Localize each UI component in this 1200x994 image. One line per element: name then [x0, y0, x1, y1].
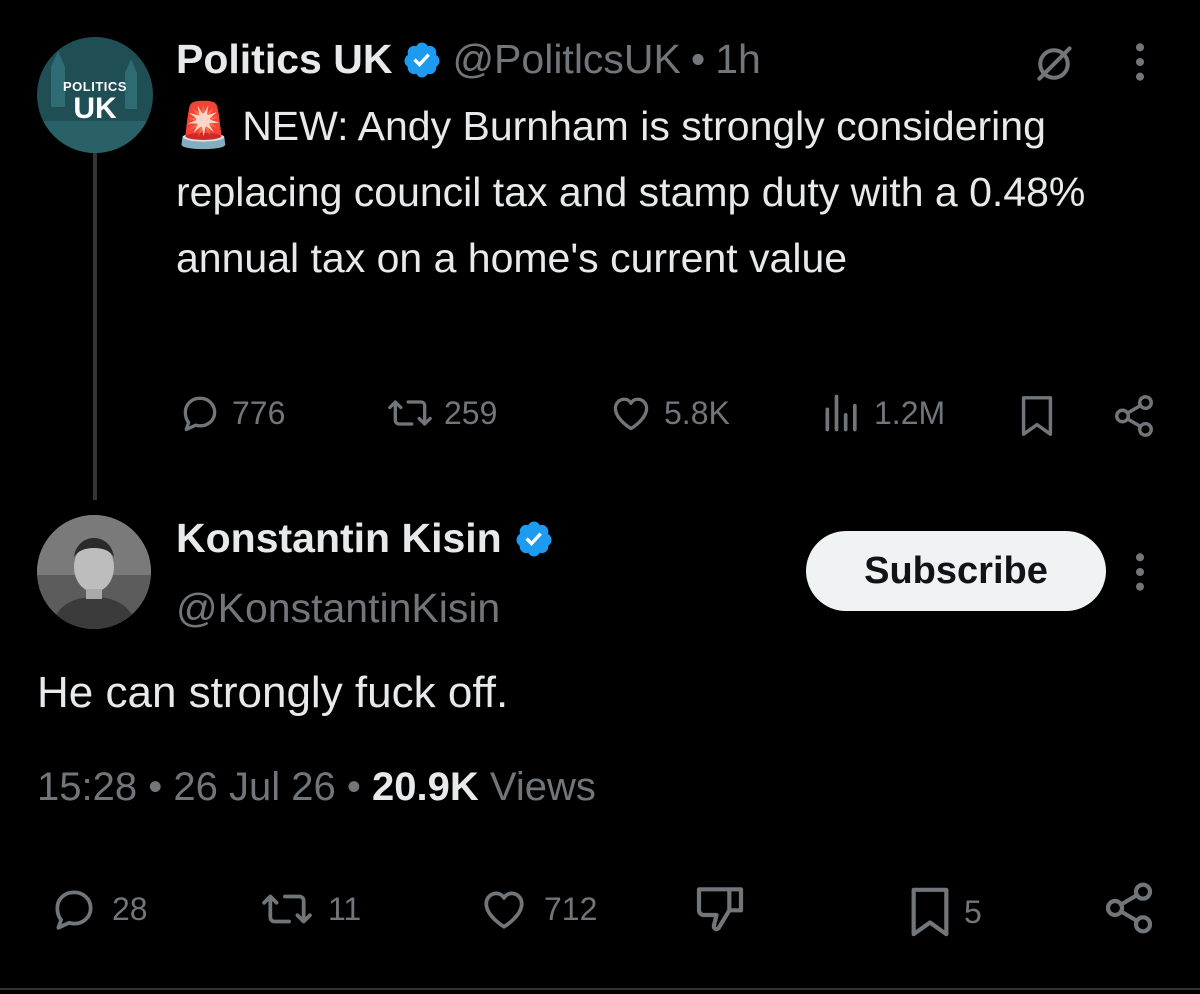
tweet-time[interactable]: 15:28 [37, 765, 137, 809]
repost-button[interactable]: 11 [256, 884, 361, 934]
like-button[interactable]: 5.8K [608, 391, 730, 435]
bookmark-icon [911, 887, 949, 937]
like-count: 712 [544, 890, 598, 927]
meta-separator: • [346, 765, 361, 809]
views-count: 1.2M [874, 394, 946, 431]
tweet-date[interactable]: 26 Jul 26 [173, 765, 335, 809]
reply-count: 28 [112, 890, 148, 927]
profile-photo [37, 515, 151, 629]
siren-emoji: 🚨 [176, 101, 231, 150]
repost-button[interactable]: 259 [386, 391, 497, 435]
author-handle[interactable]: @PolitlcsUK [452, 36, 680, 83]
like-button[interactable]: 712 [474, 884, 597, 934]
bookmark-icon[interactable] [1016, 393, 1058, 439]
reply-tweet-text: He can strongly fuck off. [37, 668, 509, 717]
avatar-label-big: UK [73, 92, 117, 125]
original-tweet-text: 🚨 NEW: Andy Burnham is strongly consider… [176, 93, 1166, 291]
author-display-name[interactable]: Politics UK [176, 36, 392, 83]
subscribe-button[interactable]: Subscribe [806, 531, 1106, 611]
konstantin-kisin-avatar[interactable] [37, 515, 151, 629]
dislike-icon[interactable] [690, 880, 750, 936]
share-icon[interactable] [1110, 393, 1158, 439]
like-count: 5.8K [664, 394, 730, 431]
original-tweet-body: NEW: Andy Burnham is strongly considerin… [176, 103, 1086, 281]
original-tweet-header: Politics UK @PolitlcsUK • 1h [176, 36, 761, 83]
reply-icon [183, 396, 217, 432]
tweet-time-ago[interactable]: 1h [715, 36, 761, 83]
tweet-metadata: 15:28 • 26 Jul 26 • 20.9K Views [37, 765, 596, 810]
reply-icon [55, 890, 93, 930]
share-icon[interactable] [1100, 880, 1158, 936]
like-icon [484, 891, 524, 929]
repost-count: 259 [444, 394, 498, 431]
reply-author-display-name[interactable]: Konstantin Kisin [176, 515, 502, 562]
thread-connector-line [93, 145, 97, 500]
header-separator: • [690, 36, 706, 82]
bottom-divider [0, 988, 1200, 990]
views-label: Views [489, 765, 596, 809]
grok-icon[interactable] [1032, 42, 1076, 86]
reply-tweet-header: Konstantin Kisin [176, 515, 554, 562]
reply-count: 776 [232, 394, 286, 431]
bookmark-count: 5 [964, 893, 982, 930]
verified-badge-icon [404, 42, 440, 77]
politics-uk-avatar[interactable]: POLITICS UK [37, 37, 153, 153]
views-count: 20.9K [371, 765, 479, 809]
like-icon [613, 397, 649, 431]
repost-count: 11 [328, 890, 362, 927]
repost-icon [262, 894, 312, 924]
verified-badge-icon [516, 521, 552, 556]
repost-icon [388, 400, 432, 426]
more-icon[interactable] [1128, 40, 1152, 84]
reply-author-handle[interactable]: @KonstantinKisin [176, 585, 500, 632]
reply-button[interactable]: 28 [46, 884, 148, 934]
views-icon [825, 394, 857, 432]
meta-separator: • [148, 765, 163, 809]
more-icon[interactable] [1128, 550, 1152, 594]
bookmark-button[interactable]: 5 [906, 884, 982, 940]
views-button[interactable]: 1.2M [820, 391, 945, 435]
reply-button[interactable]: 776 [178, 391, 285, 435]
